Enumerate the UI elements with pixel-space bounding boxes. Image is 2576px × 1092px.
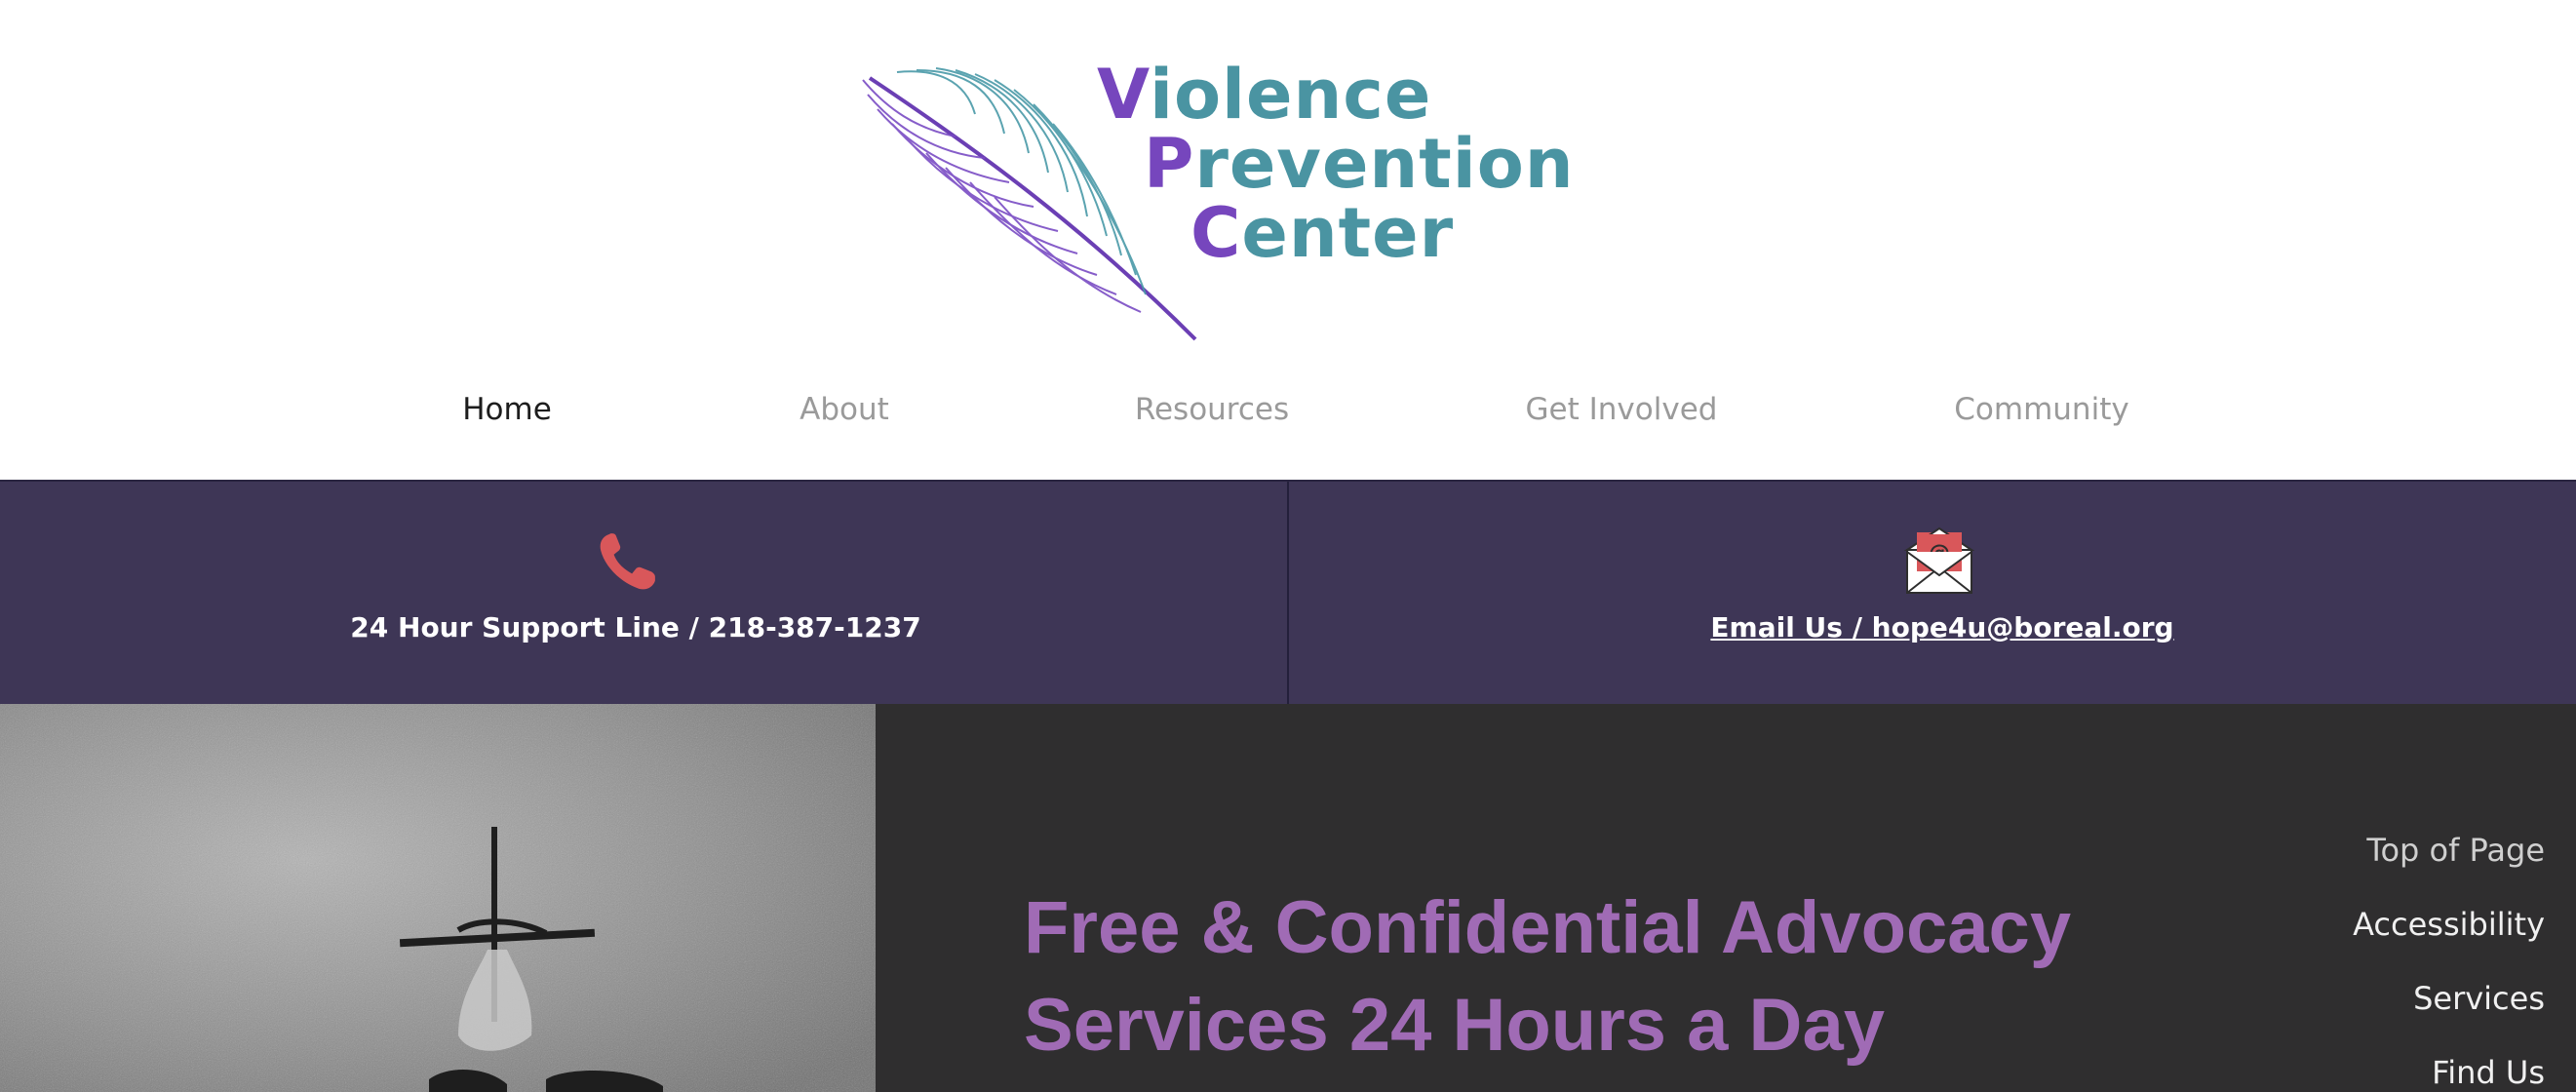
side-link-services[interactable]: Services	[2353, 961, 2545, 1035]
logo-line-3-rest: enter	[1241, 193, 1455, 273]
side-link-top-of-page[interactable]: Top of Page	[2353, 813, 2545, 887]
hero-photo-silhouette	[0, 704, 876, 1092]
hero-section: Free & Confidential Advocacy Services 24…	[0, 704, 2576, 1092]
nav-item-community[interactable]: Community	[1895, 392, 2188, 427]
nav-item-home[interactable]: Home	[361, 392, 653, 427]
side-quick-links: Top of Page Accessibility Services Find …	[2353, 813, 2545, 1092]
email-envelope-icon: @	[1903, 526, 1975, 594]
site-logo[interactable]: Violence Prevention Center	[858, 51, 1574, 343]
contact-band: 24 Hour Support Line / 218-387-1237 @ Em…	[0, 480, 2576, 706]
hero-title-line-1: Free & Confidential Advocacy	[1024, 886, 2072, 969]
email-link[interactable]: Email Us / hope4u@boreal.org	[1289, 611, 2576, 644]
logo-line-1-rest: iolence	[1149, 55, 1432, 135]
support-line-text[interactable]: 24 Hour Support Line / 218-387-1237	[0, 611, 1274, 644]
support-line-cell[interactable]: 24 Hour Support Line / 218-387-1237	[0, 482, 1287, 706]
nav-item-about[interactable]: About	[698, 392, 991, 427]
logo-line-2-rest: revention	[1194, 124, 1575, 204]
logo-wordmark: Violence Prevention Center	[1097, 60, 1575, 268]
logo-line-3: Center	[1097, 199, 1575, 268]
side-link-find-us[interactable]: Find Us	[2353, 1035, 2545, 1092]
nav-item-resources[interactable]: Resources	[1066, 392, 1358, 427]
email-cell[interactable]: @ Email Us / hope4u@boreal.org	[1289, 482, 2576, 706]
logo-line-3-cap: C	[1190, 193, 1242, 273]
side-link-accessibility[interactable]: Accessibility	[2353, 887, 2545, 961]
phone-icon	[600, 533, 655, 590]
logo-line-2: Prevention	[1097, 130, 1575, 199]
hero-photo	[0, 704, 876, 1092]
logo-line-1-cap: V	[1097, 55, 1150, 135]
logo-line-2-cap: P	[1144, 124, 1195, 204]
main-nav: Home About Resources Get Involved Commun…	[0, 380, 2576, 448]
nav-item-get-involved[interactable]: Get Involved	[1475, 392, 1768, 427]
site-header: Violence Prevention Center Home About Re…	[0, 0, 2576, 480]
logo-line-1: Violence	[1097, 60, 1575, 130]
hero-title-line-2: Services 24 Hours a Day	[1024, 984, 1885, 1067]
hero-title: Free & Confidential Advocacy Services 24…	[1024, 879, 2071, 1074]
